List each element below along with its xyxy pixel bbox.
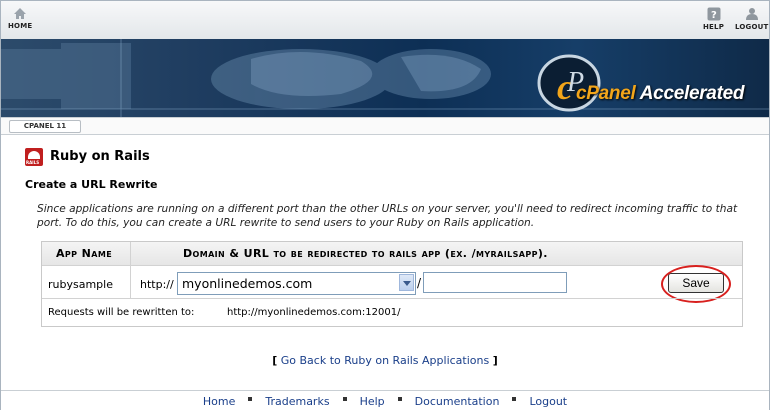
logout-label: LOGOUT xyxy=(735,23,769,31)
home-icon xyxy=(14,8,27,19)
brand-prefix: cPanel xyxy=(576,83,636,104)
brand-wordmark: cPanel Accelerated xyxy=(576,83,744,105)
domain-selected-value: myonlinedemos.com xyxy=(182,276,313,291)
protocol-prefix: http:// xyxy=(140,278,174,291)
url-rewrite-table: App Name Domain & URL to be redirected t… xyxy=(41,241,743,327)
back-link-row: [ Go Back to Ruby on Rails Applications … xyxy=(1,354,769,367)
section-title: Create a URL Rewrite xyxy=(25,178,158,191)
footer-trademarks-link[interactable]: Trademarks xyxy=(265,395,329,408)
home-button[interactable]: HOME xyxy=(8,7,32,30)
banner-artwork: c P xyxy=(1,39,769,117)
rails-icon-label: RAILS xyxy=(26,160,40,165)
question-mark-icon: ? xyxy=(707,7,721,21)
svg-text:?: ? xyxy=(711,10,717,21)
footer-help-link[interactable]: Help xyxy=(360,395,385,408)
cpanel-window: HOME ? HELP LOGOUT c P cPanel Accelerate… xyxy=(0,0,770,410)
brand-suffix: Accelerated xyxy=(639,83,745,104)
rewrite-path-input[interactable] xyxy=(423,272,567,293)
version-bar: CPANEL 11 xyxy=(1,117,769,135)
footer-separator xyxy=(512,397,517,401)
version-tab: CPANEL 11 xyxy=(9,120,81,133)
bracket-close: ] xyxy=(492,354,498,367)
cpanel-banner: c P cPanel Accelerated xyxy=(1,39,769,117)
footer-separator xyxy=(397,397,402,401)
domain-select[interactable]: myonlinedemos.com xyxy=(177,272,416,295)
bracket-open: [ xyxy=(272,354,278,367)
description-text: Since applications are running on a diff… xyxy=(37,203,738,229)
user-logout-icon xyxy=(745,8,758,20)
app-name-value: rubysample xyxy=(48,278,113,291)
go-back-link[interactable]: Go Back to Ruby on Rails Applications xyxy=(281,354,489,367)
help-button[interactable]: ? HELP xyxy=(703,7,724,31)
ruby-on-rails-icon: RAILS xyxy=(25,148,43,166)
footer-documentation-link[interactable]: Documentation xyxy=(415,395,500,408)
top-nav-bar: HOME ? HELP LOGOUT xyxy=(1,1,769,39)
home-label: HOME xyxy=(8,22,33,30)
column-header-domain: Domain & URL to be redirected to rails a… xyxy=(183,247,548,260)
table-header: App Name Domain & URL to be redirected t… xyxy=(42,242,742,266)
row-separator xyxy=(42,298,742,299)
footer-logout-link[interactable]: Logout xyxy=(529,395,567,408)
save-button[interactable]: Save xyxy=(668,273,724,293)
rewrite-url: http://myonlinedemos.com:12001/ xyxy=(227,307,401,318)
column-divider xyxy=(130,242,131,298)
footer-home-link[interactable]: Home xyxy=(203,395,235,408)
path-separator: / xyxy=(417,276,422,290)
footer-nav: Home Trademarks Help Documentation Logout xyxy=(1,390,769,410)
chevron-down-icon[interactable] xyxy=(399,274,414,291)
logout-button[interactable]: LOGOUT xyxy=(735,7,769,31)
help-label: HELP xyxy=(703,23,725,31)
rewrite-label: Requests will be rewritten to: xyxy=(48,307,195,318)
footer-separator xyxy=(342,397,347,401)
footer-separator xyxy=(248,397,253,401)
column-header-app-name: App Name xyxy=(56,247,113,260)
page-title: Ruby on Rails xyxy=(50,149,150,164)
